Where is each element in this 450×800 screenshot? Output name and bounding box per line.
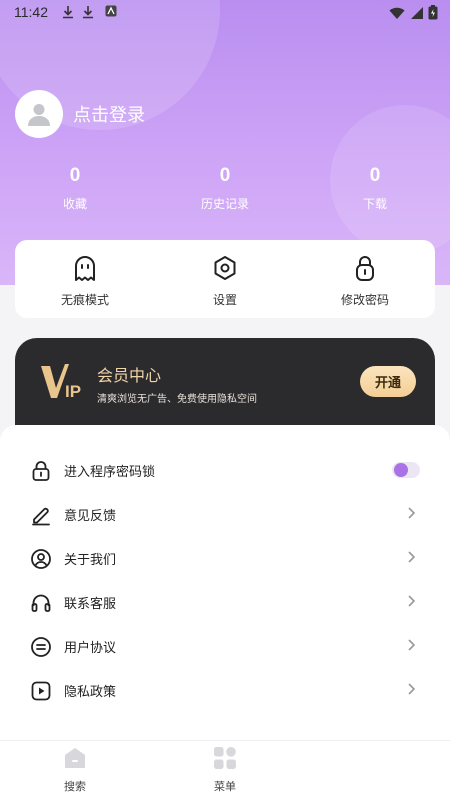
headset-icon [31,594,51,612]
settings-row-app-lock[interactable]: 进入程序密码锁 [0,448,450,492]
quick-action-label: 无痕模式 [60,293,109,307]
login-link[interactable]: 点击登录 [73,101,145,127]
change-password-button[interactable]: 修改密码 [305,254,425,308]
app-lock-toggle[interactable] [392,462,420,478]
settings-row-about[interactable]: 关于我们 [0,536,450,580]
chevron-right-icon [408,595,416,607]
pen-icon [32,507,50,526]
chevron-right-icon [408,639,416,651]
nav-search[interactable]: 搜索 [45,746,105,794]
quick-action-label: 修改密码 [340,293,389,307]
vip-title: 会员中心 [97,366,162,385]
wifi-icon [389,7,405,19]
stat-history[interactable]: 0 历史记录 [165,165,285,212]
bottom-navigation: 搜索 菜单 [0,740,450,800]
stat-favorites[interactable]: 0 收藏 [15,165,135,212]
settings-list: 进入程序密码锁 意见反馈 关于我们 联系客服 用户协议 隐私政策 [0,425,450,740]
incognito-mode-button[interactable]: 无痕模式 [25,254,145,308]
svg-text:IP: IP [65,382,81,401]
download-icon [63,6,73,19]
settings-row-label: 进入程序密码锁 [64,465,156,480]
lock-icon [32,461,50,481]
ghost-icon [75,256,95,281]
toggle-knob [394,463,408,477]
status-bar: 11:42 [0,0,450,26]
lock-icon [356,256,374,281]
vip-subtitle: 清爽浏览无广告、免费使用隐私空间 [97,394,257,405]
settings-row-user-agreement[interactable]: 用户协议 [0,624,450,668]
quick-action-label: 设置 [212,293,237,307]
quick-actions-card: 无痕模式 设置 修改密码 [15,240,435,318]
vip-activate-button[interactable]: 开通 [360,366,416,397]
chevron-right-icon [408,683,416,695]
settings-row-label: 关于我们 [64,553,117,568]
stat-value: 0 [369,165,381,186]
app-notification-icon [105,5,117,17]
document-circle-icon [31,637,51,657]
nav-menu[interactable]: 菜单 [195,746,255,794]
chevron-right-icon [408,507,416,519]
vip-logo-icon: IP [41,364,81,401]
signal-icon [410,7,423,19]
stat-value: 0 [69,165,81,186]
stat-downloads[interactable]: 0 下载 [315,165,435,212]
settings-row-label: 联系客服 [64,597,117,612]
settings-row-privacy-policy[interactable]: 隐私政策 [0,668,450,712]
settings-row-label: 隐私政策 [64,685,117,700]
stat-value: 0 [219,165,231,186]
status-time: 11:42 [14,4,48,20]
user-icon [28,104,50,126]
stat-label: 历史记录 [200,197,249,211]
settings-row-feedback[interactable]: 意见反馈 [0,492,450,536]
nav-label: 菜单 [214,780,236,793]
gear-hexagon-icon [214,256,236,280]
download-icon [83,6,93,19]
avatar[interactable] [15,90,63,138]
chevron-right-icon [408,551,416,563]
settings-button[interactable]: 设置 [165,254,285,308]
home-icon [65,748,85,768]
settings-row-customer-service[interactable]: 联系客服 [0,580,450,624]
grid-icon [214,747,236,769]
settings-row-label: 意见反馈 [64,509,117,524]
nav-label: 搜索 [64,780,86,793]
stat-label: 收藏 [62,197,87,211]
play-square-icon [31,681,51,701]
user-circle-icon [31,549,51,569]
battery-icon [428,5,438,20]
stat-label: 下载 [362,197,387,211]
settings-row-label: 用户协议 [64,641,117,656]
